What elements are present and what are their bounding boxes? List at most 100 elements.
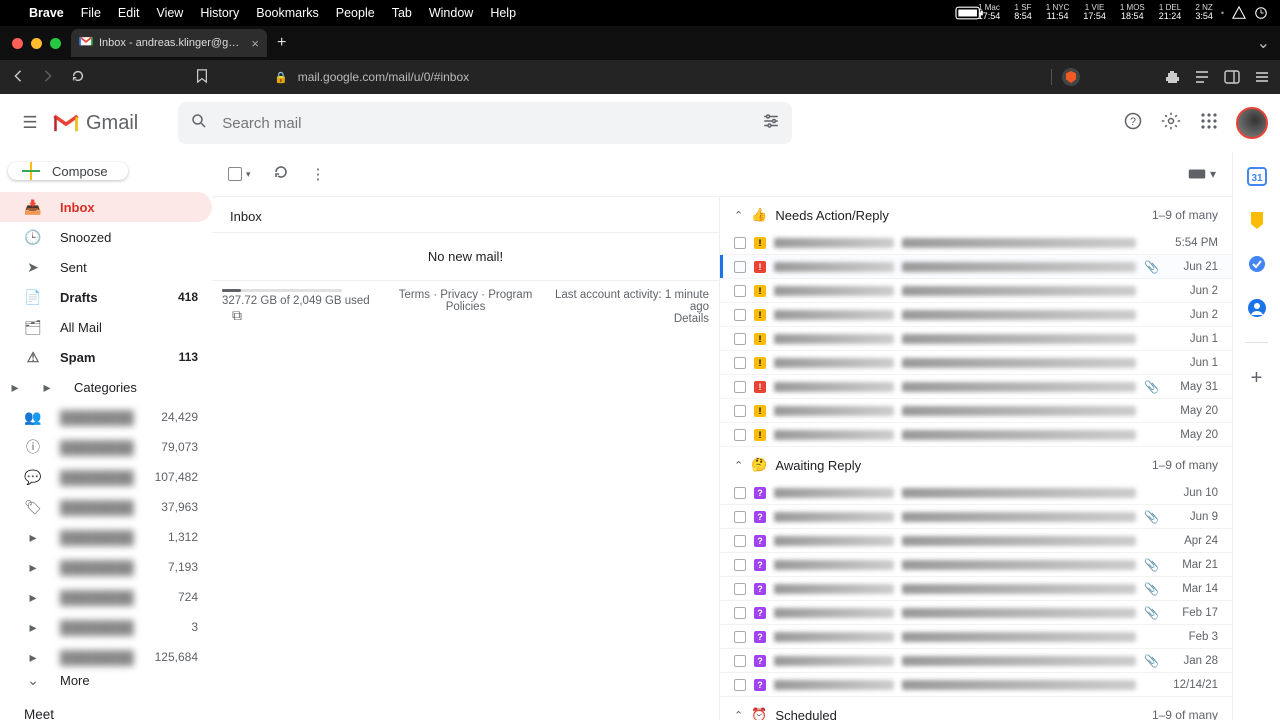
support-icon[interactable]: ? — [1114, 111, 1152, 136]
calendar-icon[interactable]: 31 — [1247, 166, 1267, 186]
email-row[interactable]: !📎May 31 — [720, 375, 1232, 399]
row-checkbox[interactable] — [734, 679, 746, 691]
open-external-icon[interactable]: ⧉ — [232, 307, 242, 323]
row-checkbox[interactable] — [734, 333, 746, 345]
sidebar-item-categories[interactable]: ▸▸Categories — [0, 372, 212, 402]
email-row[interactable]: ?📎Jun 9 — [720, 505, 1232, 529]
row-checkbox[interactable] — [734, 429, 746, 441]
sidebar-toggle-icon[interactable] — [1224, 69, 1240, 85]
email-row[interactable]: !Jun 1 — [720, 327, 1232, 351]
tasks-icon[interactable] — [1247, 254, 1267, 274]
menu-tab[interactable]: Tab — [392, 6, 412, 20]
address-bar[interactable]: 🔒 mail.google.com/mail/u/0/#inbox — [264, 68, 1090, 86]
email-row[interactable]: !May 20 — [720, 423, 1232, 447]
menu-people[interactable]: People — [336, 6, 375, 20]
sidebar-custom-label[interactable]: ▸████████3 — [0, 612, 212, 642]
search-icon[interactable] — [190, 112, 208, 135]
email-row[interactable]: ?📎Feb 17 — [720, 601, 1232, 625]
row-checkbox[interactable] — [734, 655, 746, 667]
terms-link[interactable]: Terms — [399, 289, 430, 301]
window-close[interactable] — [12, 38, 23, 49]
sidebar-custom-label[interactable]: 👥████████24,429 — [0, 402, 212, 432]
sidebar-more[interactable]: ⌄ More — [0, 672, 212, 689]
new-tab-button[interactable]: + — [277, 34, 286, 52]
extensions-icon[interactable] — [1164, 69, 1180, 85]
refresh-button[interactable] — [273, 164, 289, 184]
rewards-icon[interactable] — [1232, 6, 1246, 20]
row-checkbox[interactable] — [734, 357, 746, 369]
row-checkbox[interactable] — [734, 631, 746, 643]
sidebar-custom-label[interactable]: 💬████████107,482 — [0, 462, 212, 492]
email-row[interactable]: ?Apr 24 — [720, 529, 1232, 553]
input-tools-icon[interactable]: ▾ — [1188, 167, 1216, 181]
sections-pane[interactable]: ⌃👍Needs Action/Reply1–9 of many!5:54 PM!… — [720, 197, 1232, 720]
row-checkbox[interactable] — [734, 405, 746, 417]
row-checkbox[interactable] — [734, 487, 746, 499]
back-button[interactable] — [10, 69, 26, 86]
sidebar-custom-label[interactable]: ▸████████7,193 — [0, 552, 212, 582]
reading-list-icon[interactable] — [1194, 69, 1210, 85]
email-row[interactable]: !📎Jun 21 — [720, 255, 1232, 279]
sidebar-item-drafts[interactable]: 📄Drafts418 — [0, 282, 212, 312]
sidebar-custom-label[interactable]: ▸████████724 — [0, 582, 212, 612]
bookmark-icon[interactable] — [194, 69, 210, 86]
apps-icon[interactable] — [1190, 112, 1228, 135]
row-checkbox[interactable] — [734, 559, 746, 571]
brave-shields-icon[interactable] — [1062, 68, 1080, 86]
inbox-tab[interactable]: Inbox — [212, 197, 719, 233]
contacts-icon[interactable] — [1247, 298, 1267, 318]
row-checkbox[interactable] — [734, 607, 746, 619]
sidebar-item-spam[interactable]: ⚠Spam113 — [0, 342, 212, 372]
battery-icon[interactable] — [956, 6, 970, 20]
menu-help[interactable]: Help — [490, 6, 516, 20]
privacy-link[interactable]: Privacy — [440, 289, 478, 301]
sidebar-item-all-mail[interactable]: 🗂All Mail — [0, 312, 212, 342]
row-checkbox[interactable] — [734, 261, 746, 273]
email-row[interactable]: !Jun 2 — [720, 303, 1232, 327]
email-row[interactable]: ?Jun 10 — [720, 481, 1232, 505]
sidebar-item-sent[interactable]: ➤Sent — [0, 252, 212, 282]
search-options-icon[interactable] — [762, 112, 780, 135]
menu-edit[interactable]: Edit — [118, 6, 140, 20]
details-link[interactable]: Details — [674, 313, 709, 325]
compose-button[interactable]: Compose — [8, 162, 128, 180]
control-center-icon[interactable] — [1254, 6, 1268, 20]
row-checkbox[interactable] — [734, 309, 746, 321]
search-input[interactable] — [222, 115, 748, 132]
menu-history[interactable]: History — [200, 6, 239, 20]
window-minimize[interactable] — [31, 38, 42, 49]
sidebar-item-snoozed[interactable]: 🕒Snoozed — [0, 222, 212, 252]
email-row[interactable]: !Jun 1 — [720, 351, 1232, 375]
browser-tab[interactable]: Inbox - andreas.klinger@gmail. × — [71, 29, 267, 57]
row-checkbox[interactable] — [734, 381, 746, 393]
app-name[interactable]: Brave — [29, 6, 64, 20]
sidebar-custom-label[interactable]: 🏷████████37,963 — [0, 492, 212, 522]
select-all[interactable]: ▾ — [228, 167, 251, 181]
menu-window[interactable]: Window — [429, 6, 473, 20]
sidebar-custom-label[interactable]: ▸████████125,684 — [0, 642, 212, 672]
menu-file[interactable]: File — [81, 6, 101, 20]
row-checkbox[interactable] — [734, 237, 746, 249]
window-maximize[interactable] — [50, 38, 61, 49]
section-header[interactable]: ⌃⏰Scheduled1–9 of many — [720, 697, 1232, 720]
email-row[interactable]: ?📎Jan 28 — [720, 649, 1232, 673]
sidebar-custom-label[interactable]: ⓘ████████79,073 — [0, 432, 212, 462]
search-box[interactable] — [178, 102, 792, 144]
email-row[interactable]: ?12/14/21 — [720, 673, 1232, 697]
keep-icon[interactable] — [1247, 210, 1267, 230]
row-checkbox[interactable] — [734, 511, 746, 523]
row-checkbox[interactable] — [734, 583, 746, 595]
email-row[interactable]: !May 20 — [720, 399, 1232, 423]
menu-view[interactable]: View — [156, 6, 183, 20]
reload-button[interactable] — [70, 69, 86, 86]
gmail-logo[interactable]: Gmail — [52, 112, 138, 135]
section-header[interactable]: ⌃🤔Awaiting Reply1–9 of many — [720, 447, 1232, 481]
settings-icon[interactable] — [1152, 111, 1190, 136]
account-avatar[interactable] — [1236, 107, 1268, 139]
menu-bookmarks[interactable]: Bookmarks — [256, 6, 319, 20]
email-row[interactable]: ?Feb 3 — [720, 625, 1232, 649]
add-app-icon[interactable]: + — [1251, 367, 1263, 390]
section-header[interactable]: ⌃👍Needs Action/Reply1–9 of many — [720, 197, 1232, 231]
sidebar-item-inbox[interactable]: 📥Inbox — [0, 192, 212, 222]
row-checkbox[interactable] — [734, 535, 746, 547]
